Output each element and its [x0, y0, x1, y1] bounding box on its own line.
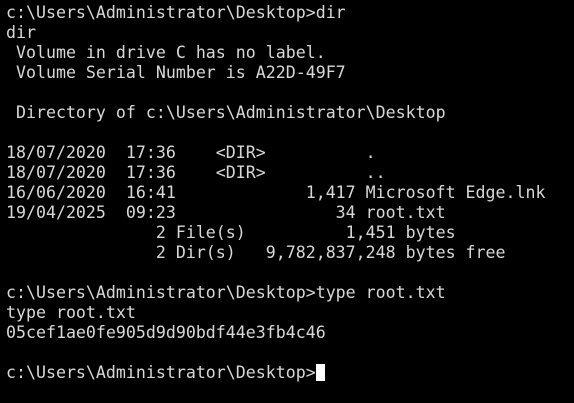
terminal-line: dir — [6, 23, 36, 42]
terminal-line: Directory of c:\Users\Administrator\Desk… — [6, 103, 446, 122]
terminal-line: 2 Dir(s) 9,782,837,248 bytes free — [6, 243, 506, 262]
prompt-line[interactable]: c:\Users\Administrator\Desktop> — [6, 363, 574, 383]
terminal-line: 2 File(s) 1,451 bytes — [6, 223, 456, 242]
command-prompt: c:\Users\Administrator\Desktop> — [6, 363, 316, 382]
terminal-line: c:\Users\Administrator\Desktop>type root… — [6, 283, 446, 302]
terminal-line: c:\Users\Administrator\Desktop>dir — [6, 3, 346, 22]
terminal-line: Volume Serial Number is A22D-49F7 — [6, 63, 346, 82]
terminal-line: 16/06/2020 16:41 1,417 Microsoft Edge.ln… — [6, 183, 546, 202]
terminal-line: 18/07/2020 17:36 <DIR> .. — [6, 163, 386, 182]
terminal-line: 05cef1ae0fe905d9d90bdf44e3fb4c46 — [6, 323, 326, 342]
terminal-line: Volume in drive C has no label. — [6, 43, 326, 62]
terminal-line: type root.txt — [6, 303, 136, 322]
terminal-line: 19/04/2025 09:23 34 root.txt — [6, 203, 446, 222]
terminal-window[interactable]: c:\Users\Administrator\Desktop>dir dir V… — [0, 0, 574, 403]
terminal-line: 18/07/2020 17:36 <DIR> . — [6, 143, 376, 162]
text-cursor — [315, 364, 325, 381]
